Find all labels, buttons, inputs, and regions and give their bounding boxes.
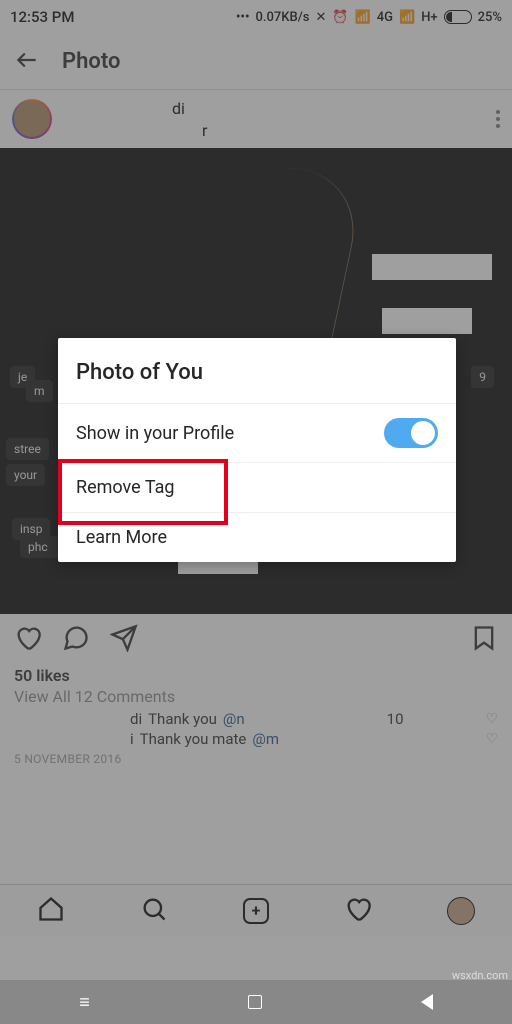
status-speed: 0.07KB/s bbox=[256, 10, 310, 25]
battery-percent: 25% bbox=[478, 10, 502, 25]
avatar[interactable] bbox=[12, 99, 52, 139]
dnd-icon: ✕ bbox=[315, 10, 326, 25]
learn-more-button[interactable]: Learn More bbox=[58, 512, 456, 562]
photo-of-you-dialog: Photo of You Show in your Profile Remove… bbox=[58, 338, 456, 562]
activity-tab[interactable] bbox=[344, 895, 372, 927]
home-tab[interactable] bbox=[37, 895, 65, 927]
status-bar: 12:53 PM ••• 0.07KB/s ✕ ⏰ 📶 4G 📶 H+ 25% bbox=[0, 0, 512, 34]
post-author-row[interactable]: di r bbox=[0, 90, 512, 148]
view-comments-link[interactable]: View All 12 Comments bbox=[14, 687, 498, 706]
post-actions bbox=[0, 614, 512, 666]
watermark: wsxdn.com bbox=[452, 969, 508, 982]
share-button[interactable] bbox=[110, 624, 138, 656]
post-menu-button[interactable] bbox=[496, 110, 500, 128]
comment-row[interactable]: di Thank you @n10 ♡ bbox=[14, 710, 498, 728]
like-button[interactable] bbox=[14, 624, 42, 656]
android-nav: ≡ bbox=[0, 980, 512, 1024]
comment-row[interactable]: i Thank you mate @m ♡ bbox=[14, 730, 498, 748]
dialog-title: Photo of You bbox=[58, 338, 456, 403]
signal-icon-2: 📶 bbox=[399, 10, 415, 25]
status-time: 12:53 PM bbox=[10, 8, 74, 26]
remove-tag-button[interactable]: Remove Tag bbox=[58, 462, 456, 512]
battery-icon bbox=[444, 10, 472, 24]
post-date: 5 NOVEMBER 2016 bbox=[14, 752, 498, 766]
show-in-profile-toggle[interactable] bbox=[384, 418, 438, 448]
home-button[interactable] bbox=[248, 995, 262, 1009]
search-tab[interactable] bbox=[140, 895, 168, 927]
new-post-tab[interactable]: + bbox=[243, 898, 269, 924]
comment-button[interactable] bbox=[62, 624, 90, 656]
show-in-profile-row[interactable]: Show in your Profile bbox=[58, 403, 456, 462]
profile-tab[interactable] bbox=[447, 897, 475, 925]
heart-icon[interactable]: ♡ bbox=[485, 731, 498, 747]
heart-icon[interactable]: ♡ bbox=[485, 711, 498, 727]
signal-icon: 📶 bbox=[355, 10, 371, 25]
alarm-icon: ⏰ bbox=[332, 10, 348, 25]
bottom-nav: + bbox=[0, 884, 512, 936]
page-header: Photo bbox=[0, 34, 512, 90]
recent-apps-button[interactable]: ≡ bbox=[79, 992, 90, 1013]
back-button-android[interactable] bbox=[421, 994, 433, 1010]
like-count[interactable]: 50 likes bbox=[14, 666, 498, 685]
back-button[interactable] bbox=[14, 47, 40, 77]
save-button[interactable] bbox=[470, 624, 498, 656]
page-title: Photo bbox=[62, 49, 120, 74]
